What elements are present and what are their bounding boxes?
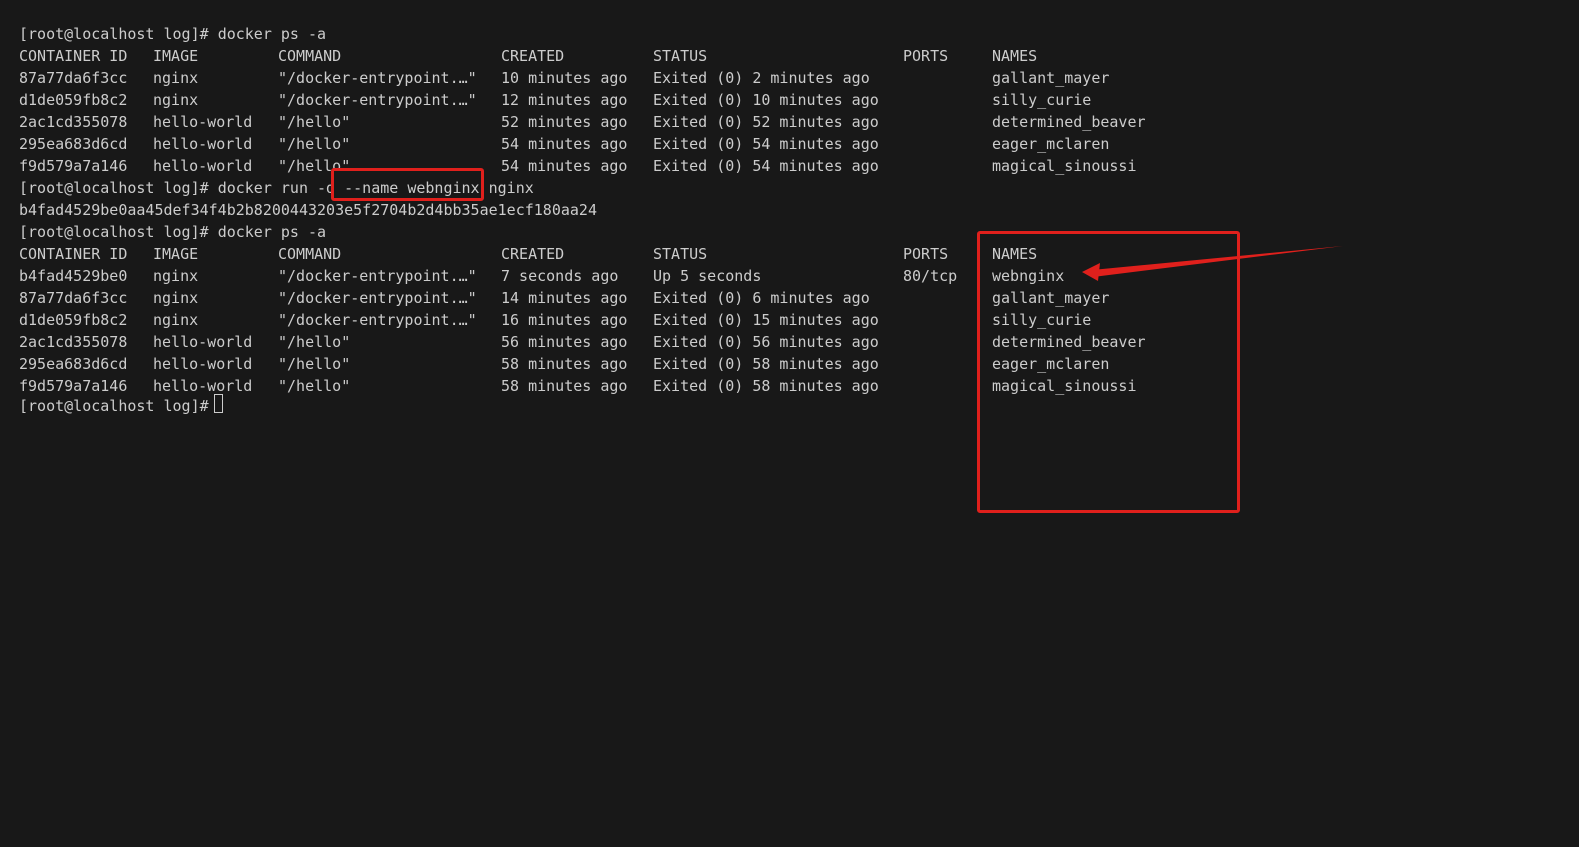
terminal-window[interactable]: [root@localhost log]# docker ps -a CONTA… — [0, 0, 1579, 847]
annotation-arrow-head — [1082, 263, 1100, 281]
annotation-arrow-shaft — [1092, 246, 1343, 277]
annotation-arrow — [1082, 246, 1343, 281]
